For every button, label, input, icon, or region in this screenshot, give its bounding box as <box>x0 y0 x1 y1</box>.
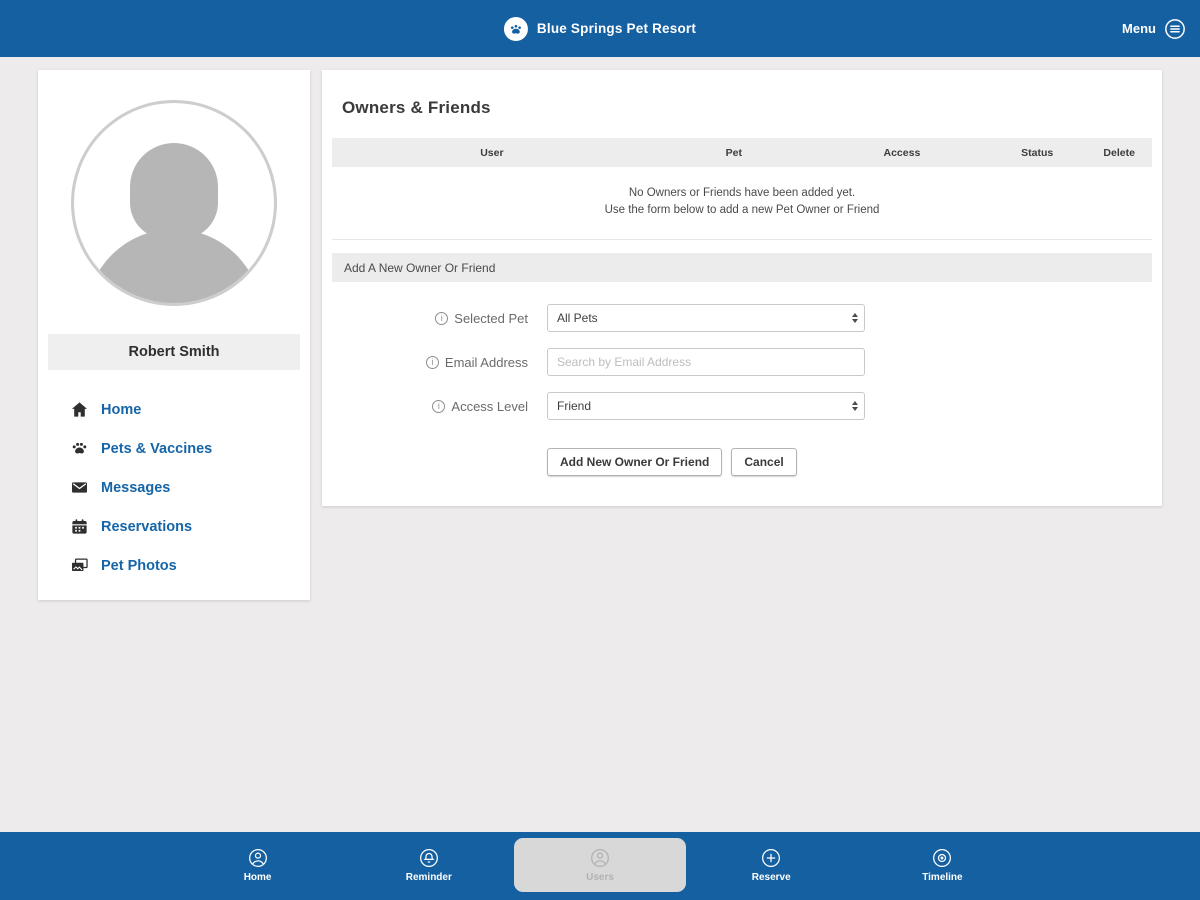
sidebar-item-reservations[interactable]: Reservations <box>70 507 310 546</box>
bottom-nav-label: Timeline <box>922 872 962 883</box>
add-owner-form: Selected Pet All Pets Email Address Acce… <box>332 282 1152 476</box>
column-header-status: Status <box>988 147 1086 159</box>
column-header-pet: Pet <box>652 147 816 159</box>
bell-circle-icon <box>419 848 439 868</box>
owners-table-header: User Pet Access Status Delete <box>332 138 1152 167</box>
email-address-row: Email Address <box>332 348 1152 376</box>
menu-button[interactable]: Menu <box>1122 0 1186 57</box>
access-level-label: Access Level <box>451 399 528 414</box>
sidebar-nav: Home Pets & Vaccines Mess <box>70 390 310 585</box>
bottom-nav-bar: Home Reminder Users <box>0 832 1200 900</box>
add-owner-section-header: Add A New Owner Or Friend <box>332 253 1152 282</box>
email-label: Email Address <box>445 355 528 370</box>
info-icon[interactable] <box>432 400 445 413</box>
bottom-nav-label: Reserve <box>752 872 791 883</box>
email-search-input[interactable] <box>547 348 865 376</box>
bottom-nav-home[interactable]: Home <box>172 838 343 892</box>
access-level-row: Access Level Friend <box>332 392 1152 420</box>
sidebar-item-pets-vaccines[interactable]: Pets & Vaccines <box>70 429 310 468</box>
owners-friends-panel: Owners & Friends User Pet Access Status … <box>322 70 1162 506</box>
plus-circle-icon <box>761 848 781 868</box>
column-header-user: User <box>332 147 652 159</box>
info-icon[interactable] <box>435 312 448 325</box>
menu-label: Menu <box>1122 21 1156 36</box>
sidebar-item-label: Home <box>101 402 141 418</box>
sidebar-item-messages[interactable]: Messages <box>70 468 310 507</box>
selected-pet-label: Selected Pet <box>454 311 528 326</box>
app-brand: Blue Springs Pet Resort <box>504 0 696 57</box>
column-header-delete: Delete <box>1086 147 1152 159</box>
paw-logo-icon <box>504 17 528 41</box>
bottom-nav-label: Reminder <box>406 872 452 883</box>
page-title: Owners & Friends <box>332 70 1152 138</box>
access-level-control: Friend <box>547 392 865 420</box>
email-label-group: Email Address <box>332 355 528 370</box>
app-title: Blue Springs Pet Resort <box>537 21 696 36</box>
hamburger-menu-icon[interactable] <box>1164 18 1186 40</box>
add-owner-submit-button[interactable]: Add New Owner Or Friend <box>547 448 722 476</box>
access-level-select[interactable]: Friend <box>547 392 865 420</box>
sidebar-item-home[interactable]: Home <box>70 390 310 429</box>
sidebar-item-pet-photos[interactable]: Pet Photos <box>70 546 310 585</box>
calendar-icon <box>70 517 89 536</box>
sidebar-item-label: Pets & Vaccines <box>101 441 212 457</box>
selected-pet-row: Selected Pet All Pets <box>332 304 1152 332</box>
sidebar-item-label: Messages <box>101 480 170 496</box>
timeline-circle-icon <box>932 848 952 868</box>
empty-state-line2: Use the form below to add a new Pet Owne… <box>332 202 1152 219</box>
bottom-nav-label: Home <box>244 872 272 883</box>
info-icon[interactable] <box>426 356 439 369</box>
home-icon <box>70 400 89 419</box>
selected-pet-label-group: Selected Pet <box>332 311 528 326</box>
person-circle-icon <box>248 848 268 868</box>
bottom-nav-reminder[interactable]: Reminder <box>343 838 514 892</box>
envelope-icon <box>70 478 89 497</box>
empty-state-message: No Owners or Friends have been added yet… <box>332 167 1152 240</box>
bottom-nav-reserve[interactable]: Reserve <box>686 838 857 892</box>
email-control <box>547 348 865 376</box>
empty-state-line1: No Owners or Friends have been added yet… <box>332 185 1152 202</box>
access-label-group: Access Level <box>332 399 528 414</box>
top-app-bar: Blue Springs Pet Resort Menu <box>0 0 1200 57</box>
avatar <box>71 100 277 306</box>
bottom-nav-label: Users <box>586 872 614 883</box>
paw-icon <box>70 439 89 458</box>
sidebar-item-label: Reservations <box>101 519 192 535</box>
form-buttons: Add New Owner Or Friend Cancel <box>547 448 1152 476</box>
profile-name: Robert Smith <box>48 334 300 370</box>
bottom-nav-timeline[interactable]: Timeline <box>857 838 1028 892</box>
bottom-nav-users[interactable]: Users <box>514 838 685 892</box>
cancel-button[interactable]: Cancel <box>731 448 796 476</box>
sidebar-item-label: Pet Photos <box>101 558 177 574</box>
users-circle-icon <box>590 848 610 868</box>
selected-pet-control: All Pets <box>547 304 865 332</box>
profile-sidebar: Robert Smith Home Pets & Vaccines <box>38 70 310 600</box>
photos-icon <box>70 556 89 575</box>
selected-pet-select[interactable]: All Pets <box>547 304 865 332</box>
column-header-access: Access <box>816 147 988 159</box>
